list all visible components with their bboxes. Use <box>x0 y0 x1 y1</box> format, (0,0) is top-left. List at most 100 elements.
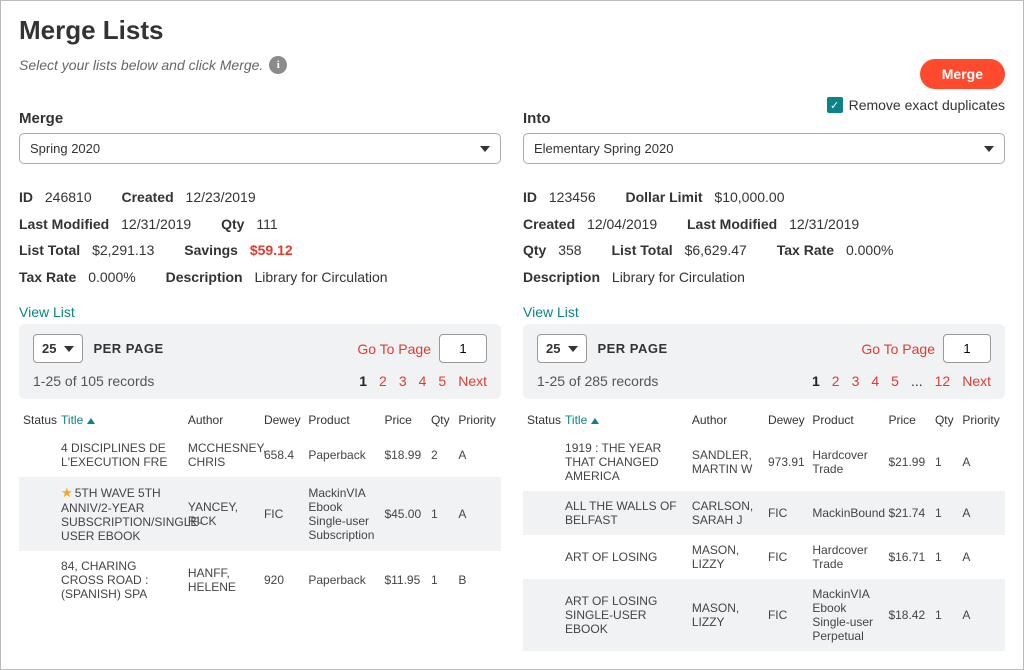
meta-created-value: 12/04/2019 <box>587 211 657 238</box>
page-link[interactable]: 5 <box>891 373 899 389</box>
cell-author: YANCEY, RICK <box>184 477 260 551</box>
meta-qty-value: 111 <box>256 211 277 238</box>
page-link[interactable]: 4 <box>419 373 427 389</box>
cell-title: 1919 : THE YEAR THAT CHANGED AMERICA <box>561 433 688 491</box>
per-page-select[interactable]: 25 <box>537 334 587 363</box>
cell-author: MASON, LIZZY <box>688 579 764 651</box>
cell-status <box>19 477 57 551</box>
page-link[interactable]: 3 <box>852 373 860 389</box>
page-link[interactable]: 1 <box>359 373 367 389</box>
sort-asc-icon <box>591 418 599 424</box>
table-row[interactable]: ART OF LOSING SINGLE-USER EBOOKMASON, LI… <box>523 579 1005 651</box>
next-page-link[interactable]: Next <box>458 373 487 389</box>
merge-button[interactable]: Merge <box>920 59 1005 89</box>
cell-dewey: 973.91 <box>764 433 808 491</box>
view-list-link[interactable]: View List <box>523 304 1005 320</box>
page-link[interactable]: 1 <box>812 373 820 389</box>
cell-author: HANFF, HELENE <box>184 551 260 609</box>
cell-qty: 1 <box>931 535 958 579</box>
cell-author: CARLSON, SARAH J <box>688 491 764 535</box>
meta-savings-label: Savings <box>184 237 238 264</box>
col-dewey[interactable]: Dewey <box>260 407 304 433</box>
merge-list-meta: ID 246810 Created 12/23/2019 Last Modifi… <box>19 184 501 290</box>
meta-tax-value: 0.000% <box>846 237 893 264</box>
col-dewey[interactable]: Dewey <box>764 407 808 433</box>
next-page-link[interactable]: Next <box>962 373 991 389</box>
page-link[interactable]: 3 <box>399 373 407 389</box>
cell-dewey: 920 <box>260 551 304 609</box>
col-author[interactable]: Author <box>688 407 764 433</box>
cell-status <box>19 433 57 477</box>
chevron-down-icon <box>480 146 490 152</box>
table-row[interactable]: ALL THE WALLS OF BELFASTCARLSON, SARAH J… <box>523 491 1005 535</box>
meta-tax-label: Tax Rate <box>19 264 76 291</box>
cell-qty: 1 <box>427 551 454 609</box>
cell-title: ★5TH WAVE 5TH ANNIV/2-YEAR SUBSCRIPTION/… <box>57 477 184 551</box>
per-page-label: PER PAGE <box>597 341 667 356</box>
cell-dewey: FIC <box>764 579 808 651</box>
page-links: 12345...12Next <box>812 373 991 389</box>
col-title[interactable]: Title <box>561 407 688 433</box>
col-price[interactable]: Price <box>380 407 427 433</box>
cell-qty: 1 <box>931 433 958 491</box>
col-qty[interactable]: Qty <box>931 407 958 433</box>
goto-page-label[interactable]: Go To Page <box>357 341 431 357</box>
view-list-link[interactable]: View List <box>19 304 501 320</box>
cell-title: ART OF LOSING SINGLE-USER EBOOK <box>561 579 688 651</box>
cell-title: ART OF LOSING <box>561 535 688 579</box>
col-priority[interactable]: Priority <box>454 407 501 433</box>
col-qty[interactable]: Qty <box>427 407 454 433</box>
cell-dewey: FIC <box>764 535 808 579</box>
merge-select[interactable]: Spring 2020 <box>19 133 501 164</box>
col-status[interactable]: Status <box>19 407 57 433</box>
cell-price: $18.99 <box>380 433 427 477</box>
subtitle-text: Select your lists below and click Merge. <box>19 57 263 73</box>
page-ellipsis: ... <box>911 373 923 389</box>
per-page-select[interactable]: 25 <box>33 334 83 363</box>
table-row[interactable]: 1919 : THE YEAR THAT CHANGED AMERICASAND… <box>523 433 1005 491</box>
col-product[interactable]: Product <box>304 407 380 433</box>
cell-product: Hardcover Trade <box>808 535 884 579</box>
info-icon[interactable]: i <box>269 56 287 74</box>
col-status[interactable]: Status <box>523 407 561 433</box>
col-title[interactable]: Title <box>57 407 184 433</box>
into-list-meta: ID 123456 Dollar Limit $10,000.00 Create… <box>523 184 1005 290</box>
chevron-down-icon <box>64 346 74 352</box>
cell-qty: 2 <box>427 433 454 477</box>
cell-priority: A <box>958 579 1005 651</box>
page-link[interactable]: 2 <box>379 373 387 389</box>
goto-page-label[interactable]: Go To Page <box>861 341 935 357</box>
remove-duplicates-option[interactable]: ✓ Remove exact duplicates <box>827 97 1005 113</box>
table-row[interactable]: ART OF LOSINGMASON, LIZZYFICHardcover Tr… <box>523 535 1005 579</box>
table-row[interactable]: ★5TH WAVE 5TH ANNIV/2-YEAR SUBSCRIPTION/… <box>19 477 501 551</box>
cell-price: $16.71 <box>884 535 931 579</box>
page-link[interactable]: 2 <box>832 373 840 389</box>
meta-limit-label: Dollar Limit <box>626 184 703 211</box>
col-price[interactable]: Price <box>884 407 931 433</box>
page-link[interactable]: 5 <box>438 373 446 389</box>
goto-page-input[interactable] <box>943 334 991 363</box>
cell-priority: A <box>958 535 1005 579</box>
cell-qty: 1 <box>427 477 454 551</box>
remove-duplicates-label: Remove exact duplicates <box>849 97 1005 113</box>
col-priority[interactable]: Priority <box>958 407 1005 433</box>
meta-total-value: $2,291.13 <box>92 237 154 264</box>
cell-product: MackinVIA Ebook Single-user Perpetual <box>808 579 884 651</box>
table-row[interactable]: 4 DISCIPLINES DE L'EXECUTION FREMCCHESNE… <box>19 433 501 477</box>
cell-product: Paperback <box>304 433 380 477</box>
cell-status <box>523 535 561 579</box>
page-link[interactable]: 4 <box>871 373 879 389</box>
page-link[interactable]: 12 <box>935 373 951 389</box>
col-author[interactable]: Author <box>184 407 260 433</box>
into-select[interactable]: Elementary Spring 2020 <box>523 133 1005 164</box>
cell-author: MASON, LIZZY <box>688 535 764 579</box>
cell-priority: A <box>454 477 501 551</box>
meta-savings-value: $59.12 <box>250 237 293 264</box>
meta-desc-label: Description <box>166 264 243 291</box>
table-row[interactable]: 84, CHARING CROSS ROAD : (SPANISH) SPAHA… <box>19 551 501 609</box>
col-product[interactable]: Product <box>808 407 884 433</box>
cell-author: MCCHESNEY, CHRIS <box>184 433 260 477</box>
cell-status <box>19 551 57 609</box>
cell-qty: 1 <box>931 579 958 651</box>
goto-page-input[interactable] <box>439 334 487 363</box>
